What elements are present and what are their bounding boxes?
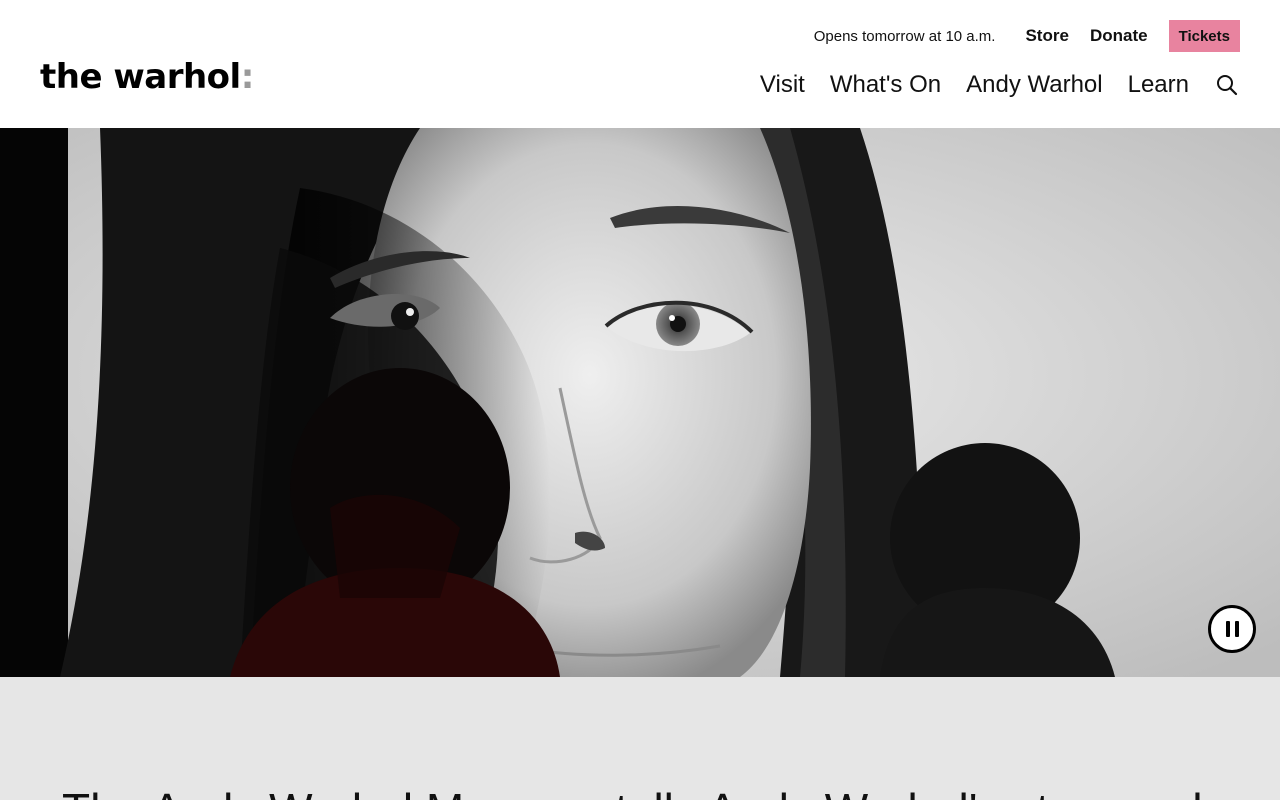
intro-text: The Andy Warhol Museum tells Andy Warhol… (62, 783, 1280, 800)
nav-item-learn[interactable]: Learn (1128, 71, 1189, 99)
hours-status: Opens tomorrow at 10 a.m. (813, 27, 996, 45)
tickets-button[interactable]: Tickets (1168, 20, 1240, 52)
hero-media (0, 128, 1280, 677)
pause-icon (1223, 621, 1241, 637)
site-header: the warhol: Opens tomorrow at 10 a.m. St… (0, 0, 1280, 128)
logo-text: the warhol (40, 57, 241, 97)
main-nav: Visit What's On Andy Warhol Learn (760, 66, 1240, 104)
search-button[interactable] (1214, 72, 1240, 98)
nav-item-whats-on[interactable]: What's On (830, 71, 941, 99)
hero-image (0, 128, 1280, 677)
utility-nav: Opens tomorrow at 10 a.m. Store Donate T… (814, 20, 1240, 52)
site-logo[interactable]: the warhol: (40, 60, 254, 94)
logo-colon: : (240, 57, 255, 97)
store-link[interactable]: Store (1025, 26, 1068, 46)
search-icon (1217, 75, 1238, 96)
nav-item-visit[interactable]: Visit (760, 71, 805, 99)
pause-video-button[interactable] (1208, 605, 1256, 653)
intro-section: The Andy Warhol Museum tells Andy Warhol… (0, 677, 1280, 800)
nav-item-andy-warhol[interactable]: Andy Warhol (966, 71, 1103, 99)
donate-link[interactable]: Donate (1090, 26, 1148, 46)
